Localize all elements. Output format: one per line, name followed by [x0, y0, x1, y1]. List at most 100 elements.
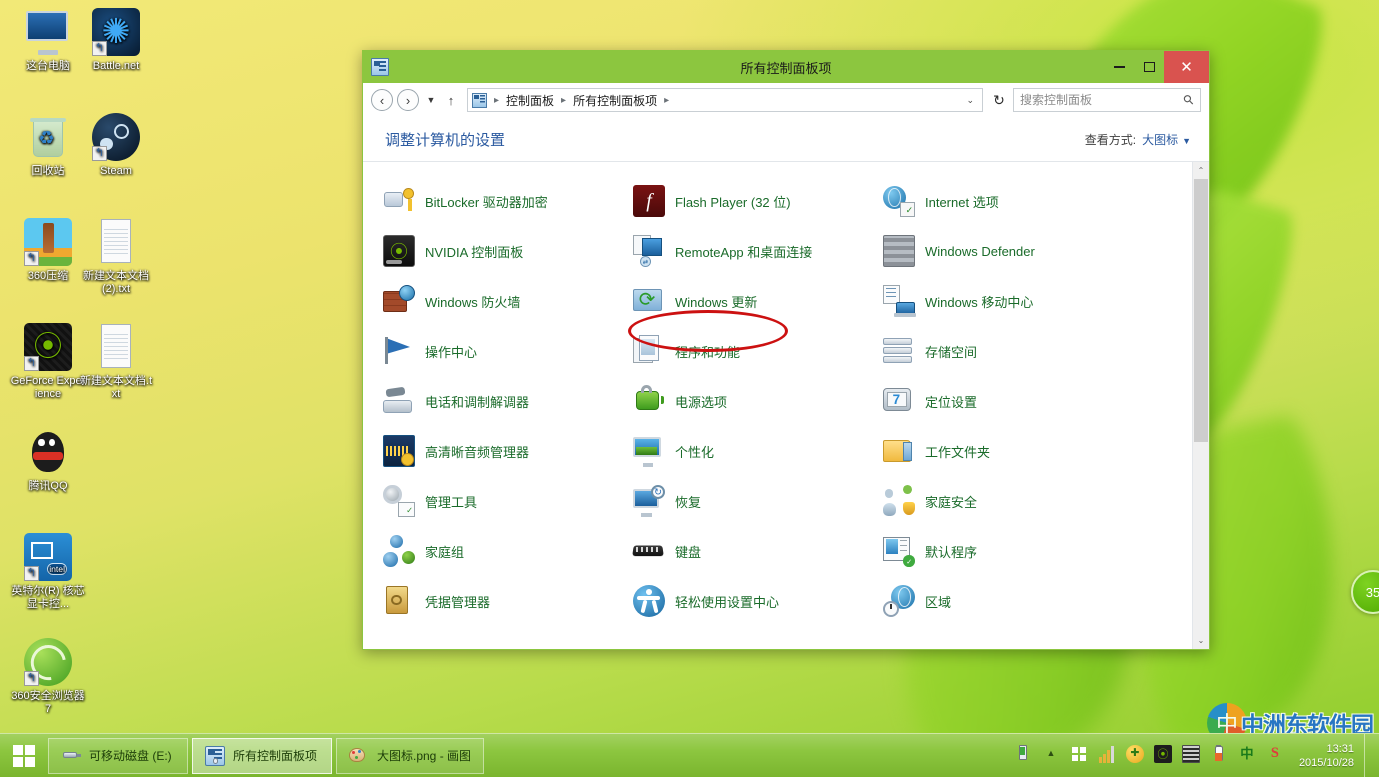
scroll-up-button[interactable]: ⌃	[1193, 162, 1209, 179]
desktop-icon-360zip[interactable]: ↰360压缩	[10, 218, 86, 283]
shortcut-arrow-icon: ↰	[92, 146, 107, 161]
desktop-icon-steam[interactable]: ↰Steam	[78, 113, 154, 178]
control-panel-item-8[interactable]: Windows 移动中心	[883, 276, 1192, 326]
taskbar-task-list: 可移动磁盘 (E:)所有控制面板项 大图标.png - 画图	[48, 738, 488, 774]
address-dropdown-icon[interactable]: ⌄	[960, 95, 980, 106]
recent-locations-caret-icon[interactable]: ▼	[423, 89, 439, 111]
start-button[interactable]	[0, 734, 48, 777]
taskbar-task-1[interactable]: 所有控制面板项	[192, 738, 332, 774]
control-panel-item-9[interactable]: 操作中心	[383, 326, 633, 376]
control-panel-item-17[interactable]: 工作文件夹	[883, 426, 1192, 476]
control-panel-item-4[interactable]: ⇄RemoteApp 和桌面连接	[633, 226, 883, 276]
desktop-icon-battlenet[interactable]: ✺↰Battle.net	[78, 8, 154, 73]
administrative-tools-icon: ✓	[383, 485, 415, 517]
keyboard-icon	[633, 535, 665, 567]
ime-chinese-icon[interactable]: 中	[1238, 745, 1260, 767]
clock-time: 13:31	[1299, 742, 1354, 756]
control-panel-item-1[interactable]: fFlash Player (32 位)	[633, 176, 883, 226]
windows-defender-icon	[883, 235, 915, 267]
sogou-icon[interactable]: S	[1266, 745, 1288, 767]
desktop-icon-new-text-doc-2[interactable]: 新建文本文档 (2).txt	[78, 218, 154, 296]
control-panel-item-23[interactable]: ✓默认程序	[883, 526, 1192, 576]
maximize-button[interactable]	[1134, 51, 1164, 83]
control-panel-item-11[interactable]: 存储空间	[883, 326, 1192, 376]
control-panel-item-15[interactable]: 高清晰音频管理器	[383, 426, 633, 476]
control-panel-item-12[interactable]: 电话和调制解调器	[383, 376, 633, 426]
desktop-icon-recycle-bin[interactable]: ♻ 回收站	[10, 113, 86, 178]
close-button[interactable]: ✕	[1164, 51, 1209, 83]
control-panel-window: 所有控制面板项 ✕ ‹ › ▼ ↑ ▸ 控制面板 ▸ 所有控制面板项 ▸ ⌄ ↻…	[362, 50, 1210, 650]
control-panel-item-label: 电话和调制解调器	[425, 392, 529, 411]
desktop-icon-label: 360压缩	[10, 270, 86, 283]
control-panel-item-18[interactable]: ✓管理工具	[383, 476, 633, 526]
control-panel-item-2[interactable]: ✓Internet 选项	[883, 176, 1192, 226]
view-by-value[interactable]: 大图标	[1142, 131, 1178, 148]
battery-icon[interactable]	[1210, 745, 1232, 767]
vertical-scrollbar[interactable]: ⌃ ⌄	[1192, 162, 1209, 649]
control-panel-item-7[interactable]: ⟳Windows 更新	[633, 276, 883, 326]
control-panel-item-21[interactable]: 家庭组	[383, 526, 633, 576]
desktop-icon-360-browser[interactable]: ↰360安全浏览器7	[10, 638, 86, 716]
breadcrumb-control-panel-icon	[472, 93, 487, 108]
desktop-icon-new-text-doc[interactable]: 新建文本文档.txt	[78, 323, 154, 401]
up-button[interactable]: ↑	[441, 89, 461, 111]
control-panel-item-6[interactable]: Windows 防火墙	[383, 276, 633, 326]
search-input[interactable]	[1020, 93, 1184, 107]
minimize-button[interactable]	[1104, 51, 1134, 83]
usb-eject-icon[interactable]	[1014, 745, 1036, 767]
control-panel-item-24[interactable]: 凭据管理器	[383, 576, 633, 626]
view-by-control[interactable]: 查看方式: 大图标 ▼	[1085, 131, 1191, 148]
refresh-button[interactable]: ↻	[987, 88, 1011, 112]
control-panel-item-label: 定位设置	[925, 392, 977, 411]
storage-spaces-icon	[883, 335, 915, 367]
control-panel-item-13[interactable]: 电源选项	[633, 376, 883, 426]
control-panel-items-grid: BitLocker 驱动器加密fFlash Player (32 位)✓Inte…	[383, 176, 1192, 626]
control-panel-item-10[interactable]: 程序和功能	[633, 326, 883, 376]
control-panel-item-3[interactable]: ⦿NVIDIA 控制面板	[383, 226, 633, 276]
recycle-bin-icon: ♻	[24, 113, 72, 161]
nvidia-tray-icon[interactable]: ⦿	[1154, 745, 1176, 767]
desktop-icon-tencent-qq[interactable]: 腾讯QQ	[10, 428, 86, 493]
control-panel-item-5[interactable]: Windows Defender	[883, 226, 1192, 276]
control-panel-item-label: Windows Defender	[925, 244, 1035, 259]
equalizer-icon[interactable]	[1182, 745, 1204, 767]
desktop-icon-geforce-experience[interactable]: ⦿↰GeForce Experience	[10, 323, 86, 401]
control-panel-item-26[interactable]: 区域	[883, 576, 1192, 626]
desktop-icon-label: 回收站	[10, 165, 86, 178]
taskbar-task-0[interactable]: 可移动磁盘 (E:)	[48, 738, 188, 774]
ease-of-access-icon	[633, 585, 665, 617]
taskbar-task-label: 大图标.png - 画图	[377, 747, 471, 764]
control-panel-item-19[interactable]: ↻恢复	[633, 476, 883, 526]
breadcrumb-item-0[interactable]: 控制面板	[503, 91, 557, 110]
chevron-down-icon[interactable]: ▼	[1182, 136, 1191, 146]
show-desktop-button[interactable]	[1364, 734, 1373, 777]
network-signal-icon[interactable]	[1098, 745, 1120, 767]
scrollbar-thumb[interactable]	[1194, 179, 1208, 442]
window-title: 所有控制面板项	[363, 58, 1209, 77]
taskbar-task-2[interactable]: 大图标.png - 画图	[336, 738, 484, 774]
desktop-icon-intel-graphics[interactable]: intel↰英特尔(R) 核芯显卡控...	[10, 533, 86, 611]
breadcrumb-bar[interactable]: ▸ 控制面板 ▸ 所有控制面板项 ▸ ⌄	[467, 88, 983, 112]
360-shield-icon[interactable]: ✚	[1126, 745, 1148, 767]
control-panel-item-14[interactable]: 7定位设置	[883, 376, 1192, 426]
back-button[interactable]: ‹	[371, 89, 393, 111]
breadcrumb-item-1[interactable]: 所有控制面板项	[570, 91, 660, 110]
control-panel-item-22[interactable]: 键盘	[633, 526, 883, 576]
windows-tile-icon[interactable]	[1070, 745, 1092, 767]
chevron-up-icon[interactable]: ▲	[1042, 745, 1064, 767]
control-panel-item-20[interactable]: 家庭安全	[883, 476, 1192, 526]
shortcut-arrow-icon: ↰	[24, 566, 39, 581]
forward-button[interactable]: ›	[397, 89, 419, 111]
page-title: 调整计算机的设置	[385, 129, 505, 150]
control-panel-item-label: NVIDIA 控制面板	[425, 242, 523, 261]
search-box[interactable]: ⚲	[1013, 88, 1201, 112]
control-panel-item-0[interactable]: BitLocker 驱动器加密	[383, 176, 633, 226]
taskbar-clock[interactable]: 13:31 2015/10/28	[1299, 742, 1358, 770]
control-panel-item-16[interactable]: 个性化	[633, 426, 883, 476]
control-panel-item-25[interactable]: 轻松使用设置中心	[633, 576, 883, 626]
scrollbar-track[interactable]	[1193, 179, 1209, 632]
window-titlebar[interactable]: 所有控制面板项 ✕	[363, 51, 1209, 83]
windows-firewall-icon	[383, 285, 415, 317]
desktop-icon-this-pc[interactable]: 这台电脑	[10, 8, 86, 73]
scroll-down-button[interactable]: ⌄	[1193, 632, 1209, 649]
